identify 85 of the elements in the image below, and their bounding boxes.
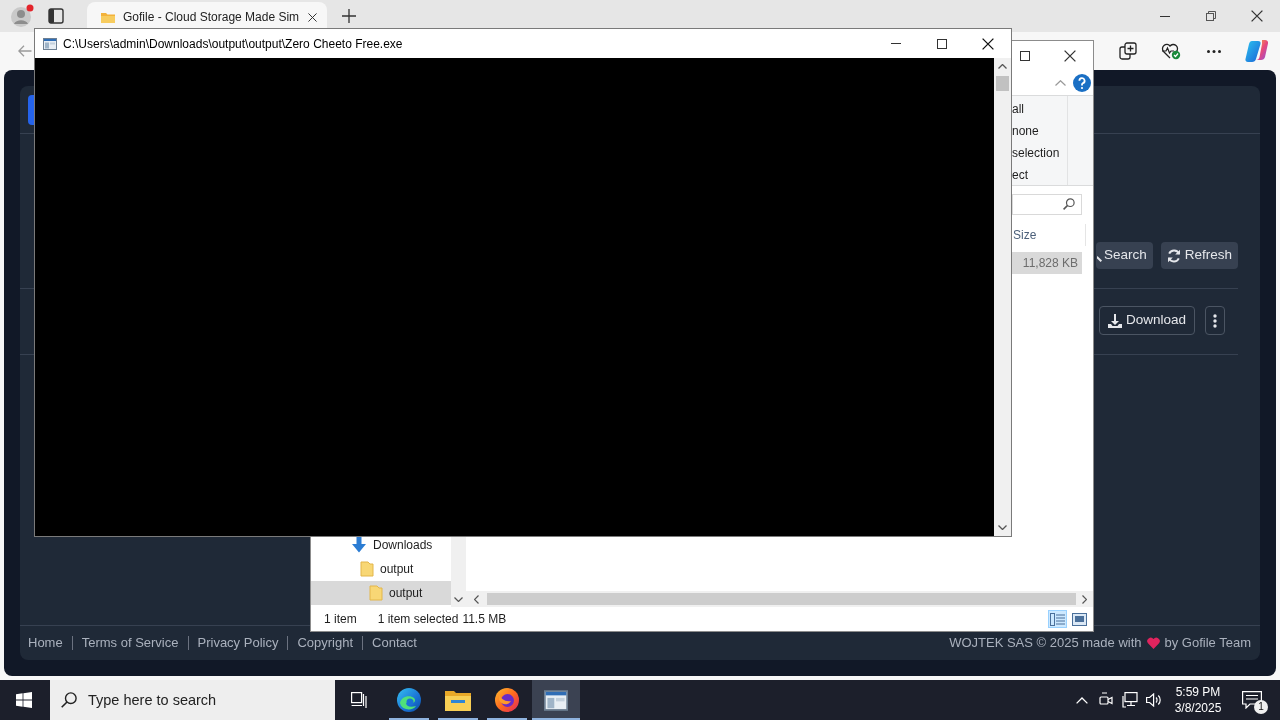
footer-link[interactable]: Copyright [297, 633, 354, 653]
search-icon [1096, 255, 1102, 262]
collections-icon [1119, 42, 1137, 60]
view-toggle[interactable] [1048, 610, 1067, 628]
browser-swirl-icon [397, 688, 421, 712]
help-button[interactable] [1073, 73, 1091, 92]
selection-size: 11.5 MB [462, 611, 507, 628]
camera-icon [1099, 692, 1113, 708]
download-icon [1107, 313, 1122, 328]
close-icon [1064, 49, 1076, 62]
search-button[interactable]: Search [1095, 242, 1153, 269]
folder-icon [369, 585, 383, 601]
selection-count: 1 item selected [377, 611, 459, 628]
heart-pulse-icon [1161, 42, 1181, 60]
footer-credit: by Gofile Team [1164, 634, 1251, 653]
large-icons-view-icon [1072, 612, 1087, 626]
network-icon [1122, 692, 1138, 708]
task-view-icon [351, 692, 369, 708]
notifications-button[interactable]: 1 [1230, 680, 1274, 720]
footer-link[interactable]: Terms of Service [81, 633, 179, 653]
restore-icon [1206, 11, 1216, 21]
more-icon [1207, 49, 1221, 53]
taskbar-app-button[interactable] [532, 680, 580, 720]
chevron-up-icon [1055, 79, 1066, 86]
item-count: 1 item [324, 611, 357, 628]
ribbon-group-label: ect [1011, 167, 1029, 184]
swirl-logo-icon [1245, 40, 1269, 62]
maximize-icon [1020, 50, 1030, 61]
close-icon [982, 37, 994, 50]
more-options-button[interactable] [1205, 306, 1225, 335]
app-window-icon [43, 37, 57, 50]
app-window-icon [544, 689, 568, 711]
close-icon [308, 12, 317, 22]
footer-link[interactable]: Contact [372, 633, 417, 653]
close-icon [1251, 10, 1263, 22]
download-button[interactable]: Download [1098, 306, 1195, 335]
help-icon [1073, 73, 1091, 92]
minimize-icon [891, 43, 901, 44]
scrollbar-thumb[interactable] [487, 593, 1076, 605]
speaker-icon [1146, 693, 1162, 707]
windows-logo-icon [16, 692, 32, 708]
clock-date[interactable]: 3/8/2025 [1174, 700, 1222, 716]
speech-bubble-icon [1242, 691, 1262, 709]
chevron-up-icon [998, 64, 1007, 69]
heart-icon [1146, 637, 1160, 649]
file-folder-icon [445, 689, 471, 711]
chevron-down-icon [454, 596, 463, 602]
footer-link[interactable]: Home [28, 633, 63, 653]
chevron-down-icon [998, 525, 1007, 530]
ribbon-command[interactable]: all [1011, 98, 1067, 120]
folder-icon [101, 11, 115, 23]
back-icon [18, 45, 32, 57]
refresh-icon [1166, 248, 1181, 263]
plus-icon [342, 9, 356, 23]
view-toggle[interactable] [1070, 610, 1089, 628]
search-icon [61, 692, 77, 708]
chevron-left-icon [474, 594, 479, 604]
window-title: C:\Users\admin\Downloads\output\output\Zero Cheeto Free.exe [63, 35, 403, 53]
kebab-icon [1213, 313, 1217, 328]
nav-item[interactable]: output [311, 557, 451, 581]
nav-item[interactable]: output [311, 581, 451, 605]
ribbon-command[interactable]: selection [1011, 142, 1067, 164]
maximize-icon [937, 38, 947, 49]
details-view-icon [1050, 612, 1065, 626]
size-cell[interactable]: 11,828 KB [1012, 252, 1082, 274]
search-icon [1063, 197, 1075, 210]
search-field[interactable]: Type here to search [50, 680, 335, 720]
footer-link[interactable]: Privacy Policy [197, 633, 279, 653]
avatar-icon [10, 4, 34, 28]
chevron-up-icon [1076, 696, 1088, 704]
window-icon [48, 8, 64, 24]
search-field[interactable] [1012, 193, 1082, 215]
footer-credit: WOJTEK SAS © 2025 made with [949, 634, 1142, 653]
clock-time[interactable]: 5:59 PM [1175, 684, 1221, 700]
notification-count: 1 [1254, 700, 1268, 714]
refresh-button[interactable]: Refresh [1160, 242, 1238, 269]
chevron-right-icon [1082, 594, 1087, 604]
scrollbar-thumb[interactable] [996, 76, 1009, 91]
fox-globe-icon [495, 688, 519, 712]
ribbon-command[interactable]: none [1011, 120, 1067, 142]
folder-icon [360, 561, 374, 577]
minimize-icon [1160, 15, 1170, 17]
collapse-ribbon-button[interactable] [1055, 79, 1066, 86]
download-arrow-icon [351, 537, 367, 553]
nav-item[interactable]: Downloads [311, 533, 451, 557]
